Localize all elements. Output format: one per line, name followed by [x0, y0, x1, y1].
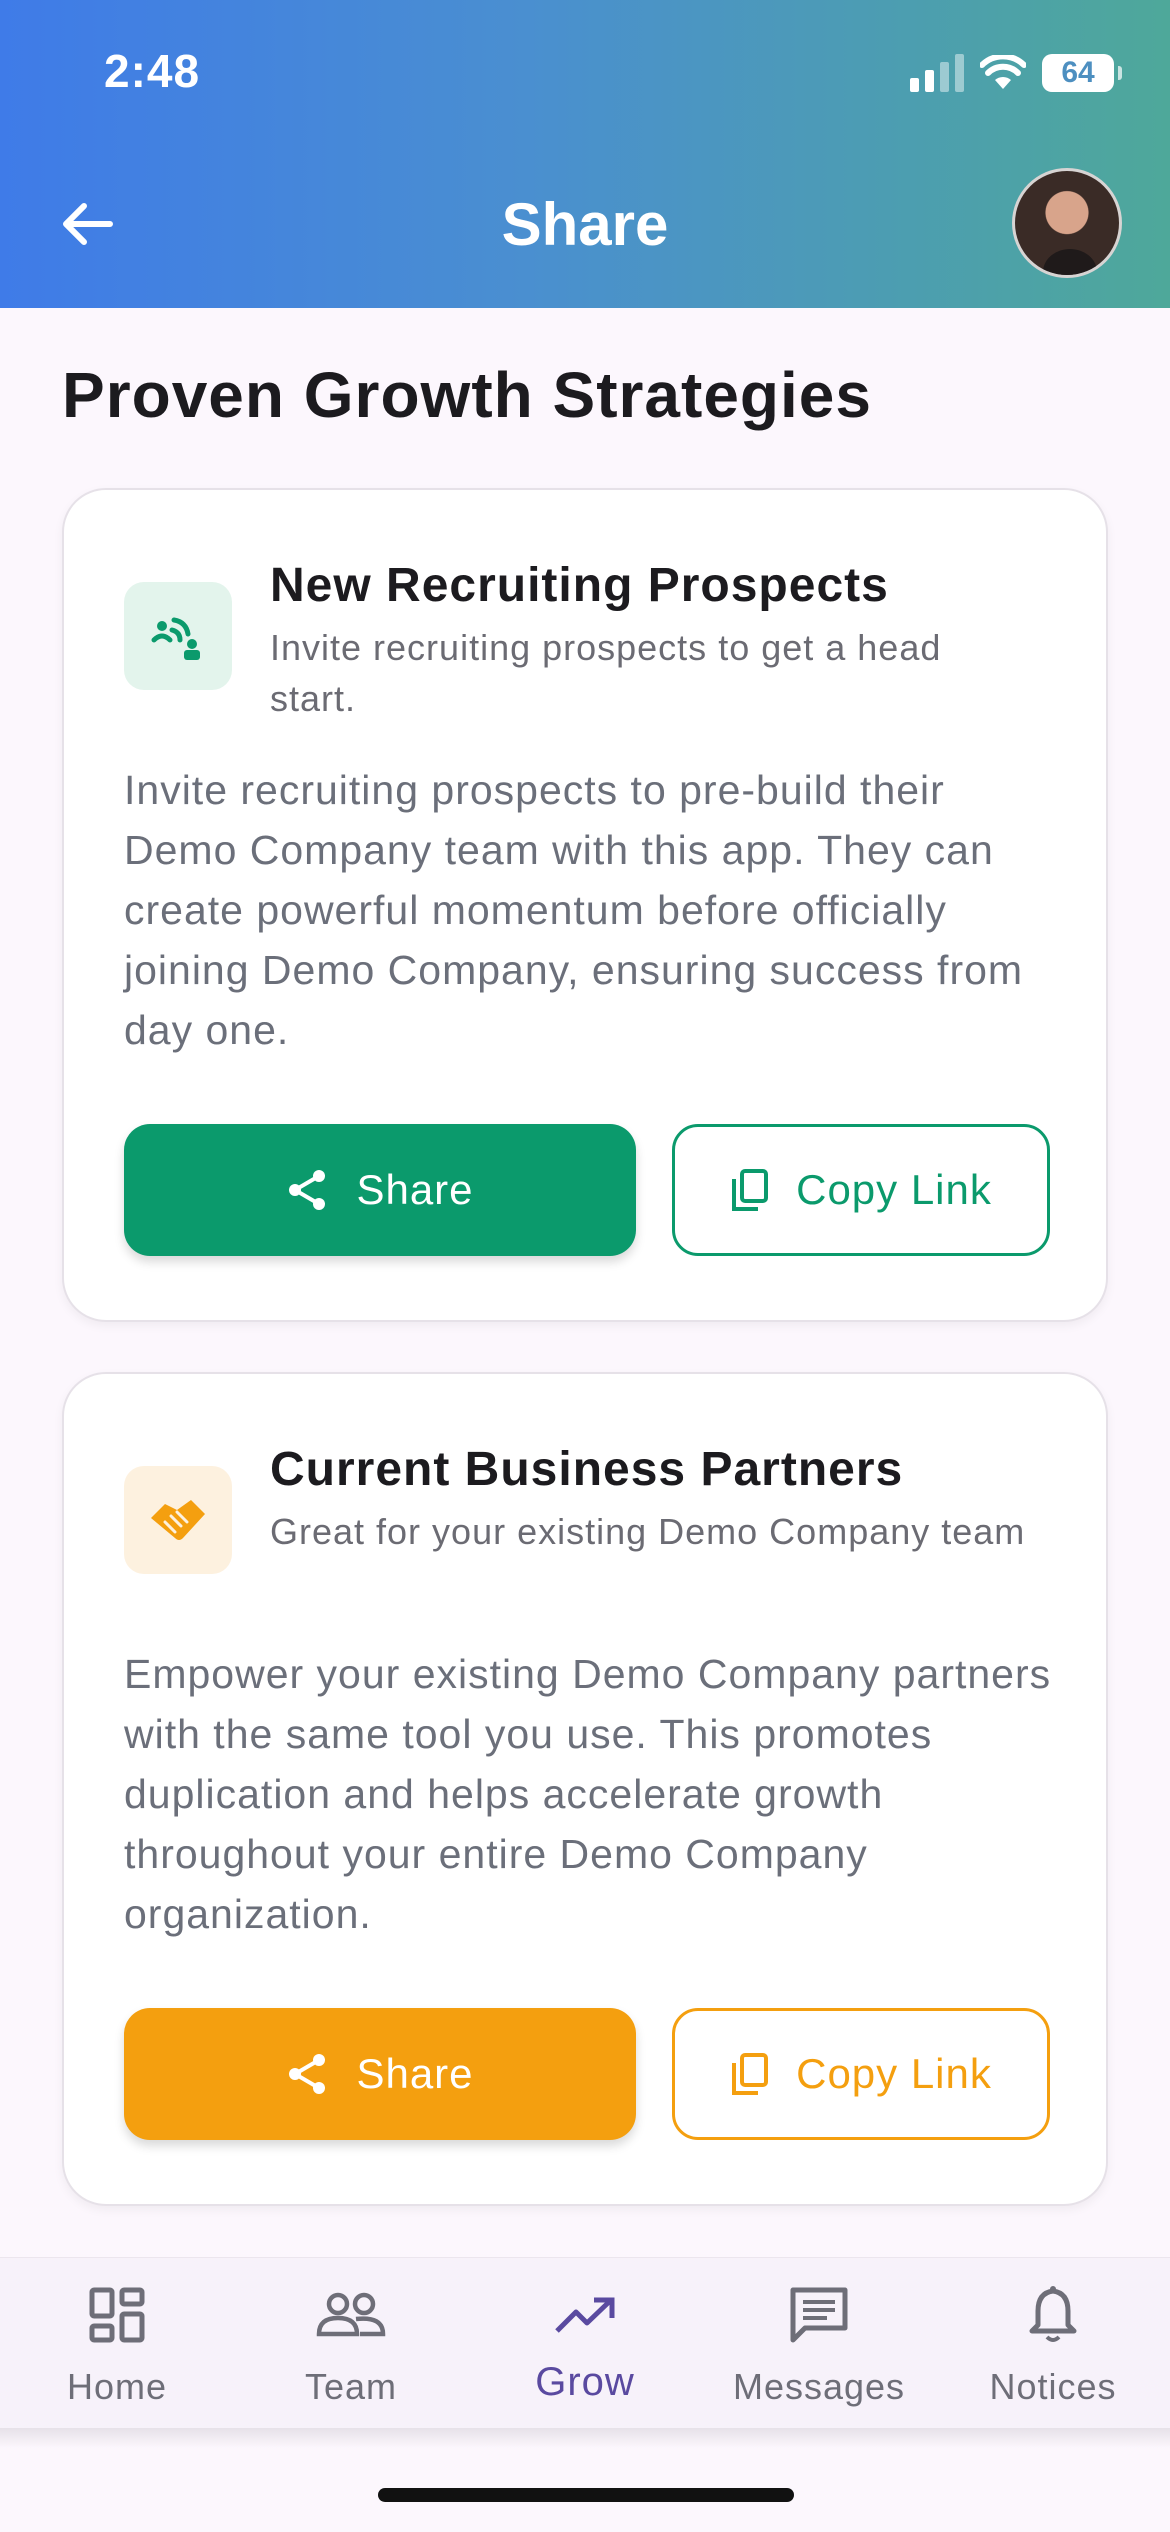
nav-label: Messages: [732, 2366, 906, 2407]
nav-label: Home: [66, 2366, 168, 2407]
nav-notices[interactable]: Notices: [936, 2258, 1170, 2428]
battery-icon: 64: [1042, 54, 1122, 92]
copy-link-label: Copy Link: [796, 2050, 992, 2097]
bottom-nav: Home Team Grow Messages Notices: [0, 2258, 1170, 2428]
share-icon: [289, 1170, 326, 1210]
card-subtitle: Invite recruiting prospects to get a hea…: [270, 627, 942, 719]
nav-label: Notices: [989, 2366, 1117, 2407]
copy-link-label: Copy Link: [796, 1166, 992, 1213]
handshake-icon: [124, 1466, 232, 1574]
share-button[interactable]: Share: [124, 2008, 636, 2140]
status-time: 2:48: [104, 45, 201, 97]
strategy-card-partners: Current Business Partners Great for your…: [62, 1372, 1108, 2206]
page-title: Proven Growth Strategies: [62, 359, 872, 431]
wifi-icon: [980, 55, 1026, 89]
page-header-title: Share: [501, 191, 669, 258]
card-description: Empower your existing Demo Company partn…: [124, 1651, 1052, 1937]
strategy-card-recruiting: New Recruiting Prospects Invite recruiti…: [62, 488, 1108, 1322]
nav-team[interactable]: Team: [234, 2258, 468, 2428]
share-button-label: Share: [356, 2050, 474, 2097]
card-title: Current Business Partners: [270, 1443, 904, 1496]
dashboard-icon: [89, 2287, 145, 2343]
signal-icon: [910, 54, 964, 92]
bell-icon: [1029, 2286, 1077, 2342]
copy-icon: [732, 2053, 769, 2095]
nav-home[interactable]: Home: [0, 2258, 234, 2428]
card-subtitle: Great for your existing Demo Company tea…: [270, 1511, 1026, 1552]
nav-shadow: [0, 2428, 1170, 2448]
app-header: 2:48 64 Share: [0, 0, 1170, 308]
copy-link-button[interactable]: Copy Link: [672, 2008, 1050, 2140]
card-description: Invite recruiting prospects to pre-build…: [124, 767, 1024, 1053]
home-indicator[interactable]: [378, 2488, 794, 2502]
avatar[interactable]: [1012, 168, 1122, 278]
copy-link-button[interactable]: Copy Link: [672, 1124, 1050, 1256]
team-icon: [316, 2292, 386, 2337]
message-icon: [790, 2287, 848, 2343]
share-button-label: Share: [356, 1166, 474, 1213]
card-title: New Recruiting Prospects: [270, 559, 889, 612]
nav-grow[interactable]: Grow: [468, 2258, 702, 2428]
status-icons: 64: [910, 54, 1122, 92]
copy-icon: [732, 1169, 769, 1211]
nav-label: Grow: [535, 2360, 635, 2404]
nav-label: Team: [304, 2366, 398, 2407]
nav-messages[interactable]: Messages: [702, 2258, 936, 2428]
share-icon: [289, 2054, 326, 2094]
share-button[interactable]: Share: [124, 1124, 636, 1256]
trending-up-icon: [555, 2297, 615, 2333]
recruit-signal-icon: [124, 582, 232, 690]
